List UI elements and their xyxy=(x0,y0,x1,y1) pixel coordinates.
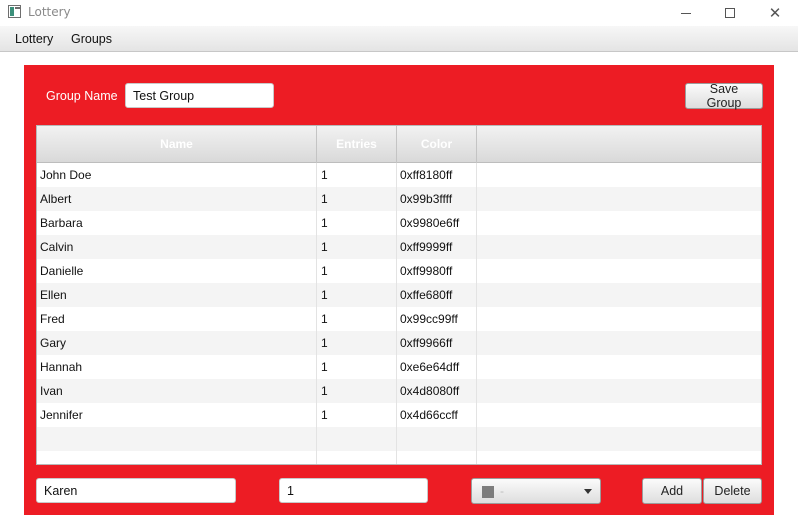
group-name-label: Group Name xyxy=(46,89,118,103)
cell-name: Fred xyxy=(37,307,317,331)
cell-filler xyxy=(477,427,761,451)
cell-name xyxy=(37,451,317,464)
cell-entries: 1 xyxy=(317,379,397,403)
table-row[interactable]: Calvin 1 0xff9999ff xyxy=(37,235,761,259)
cell-filler xyxy=(477,403,761,427)
cell-filler xyxy=(477,259,761,283)
maximize-icon xyxy=(725,8,735,18)
column-header-entries[interactable]: Entries xyxy=(317,126,397,163)
cell-entries: 1 xyxy=(317,211,397,235)
cell-color: 0x4d66ccff xyxy=(397,403,477,427)
cell-name xyxy=(37,427,317,451)
cell-filler xyxy=(477,235,761,259)
new-name-field[interactable] xyxy=(36,478,236,503)
menu-groups[interactable]: Groups xyxy=(71,32,112,46)
close-button[interactable]: ✕ xyxy=(752,0,798,26)
cell-name: Jennifer xyxy=(37,403,317,427)
cell-color: 0xff8180ff xyxy=(397,163,477,187)
save-group-button[interactable]: Save Group xyxy=(685,82,763,110)
cell-entries: 1 xyxy=(317,283,397,307)
table-row[interactable]: Hannah 1 0xe6e64dff xyxy=(37,355,761,379)
group-panel: Group Name Save Group Name Entries Color… xyxy=(24,65,774,515)
menu-bar: Lottery Groups xyxy=(0,26,798,52)
cell-entries: 1 xyxy=(317,307,397,331)
cell-color: 0x99b3ffff xyxy=(397,187,477,211)
table-row[interactable]: Albert 1 0x99b3ffff xyxy=(37,187,761,211)
color-picker-value: - xyxy=(500,484,504,498)
column-header-color[interactable]: Color xyxy=(397,126,477,163)
cell-entries: 1 xyxy=(317,187,397,211)
title-bar: Lottery ✕ xyxy=(0,0,798,26)
cell-filler xyxy=(477,283,761,307)
new-entries-field[interactable] xyxy=(279,478,428,503)
cell-color: 0xff9980ff xyxy=(397,259,477,283)
cell-entries: 1 xyxy=(317,355,397,379)
chevron-down-icon xyxy=(584,489,592,494)
cell-name: Albert xyxy=(37,187,317,211)
cell-name: Gary xyxy=(37,331,317,355)
cell-color: 0xe6e64dff xyxy=(397,355,477,379)
cell-entries: 1 xyxy=(317,259,397,283)
add-button[interactable]: Add xyxy=(642,478,702,504)
cell-filler xyxy=(477,451,761,464)
color-picker[interactable]: - xyxy=(471,478,601,504)
cell-filler xyxy=(477,379,761,403)
maximize-button[interactable] xyxy=(707,0,753,26)
cell-color: 0xff9999ff xyxy=(397,235,477,259)
cell-entries xyxy=(317,451,397,464)
table-row[interactable]: Danielle 1 0xff9980ff xyxy=(37,259,761,283)
cell-name: Ivan xyxy=(37,379,317,403)
cell-entries: 1 xyxy=(317,163,397,187)
cell-color: 0x9980e6ff xyxy=(397,211,477,235)
entries-table: Name Entries Color John Doe 1 0xff8180ff Al… xyxy=(36,125,762,465)
color-swatch xyxy=(482,486,494,498)
minimize-icon xyxy=(681,12,691,14)
group-name-field[interactable] xyxy=(125,83,274,108)
table-row[interactable]: John Doe 1 0xff8180ff xyxy=(37,163,761,187)
table-row[interactable]: Ellen 1 0xffe680ff xyxy=(37,283,761,307)
cell-name: Ellen xyxy=(37,283,317,307)
cell-entries: 1 xyxy=(317,235,397,259)
cell-color: 0xffe680ff xyxy=(397,283,477,307)
cell-color xyxy=(397,451,477,464)
close-icon: ✕ xyxy=(768,3,782,22)
table-row[interactable]: Jennifer 1 0x4d66ccff xyxy=(37,403,761,427)
cell-filler xyxy=(477,163,761,187)
table-row[interactable]: Gary 1 0xff9966ff xyxy=(37,331,761,355)
cell-color: 0xff9966ff xyxy=(397,331,477,355)
cell-name: Danielle xyxy=(37,259,317,283)
delete-button[interactable]: Delete xyxy=(703,478,762,504)
cell-name: Calvin xyxy=(37,235,317,259)
table-row-empty[interactable] xyxy=(37,427,761,451)
cell-filler xyxy=(477,355,761,379)
cell-entries xyxy=(317,427,397,451)
cell-filler xyxy=(477,211,761,235)
table-row[interactable]: Fred 1 0x99cc99ff xyxy=(37,307,761,331)
app-window-icon xyxy=(8,5,21,18)
cell-filler xyxy=(477,307,761,331)
cell-name: Hannah xyxy=(37,355,317,379)
minimize-button[interactable] xyxy=(663,0,709,26)
cell-color xyxy=(397,427,477,451)
table-header: Name Entries Color xyxy=(37,126,761,163)
column-header-filler xyxy=(477,126,761,163)
menu-lottery[interactable]: Lottery xyxy=(15,32,53,46)
window-title: Lottery xyxy=(28,5,71,19)
cell-entries: 1 xyxy=(317,331,397,355)
cell-filler xyxy=(477,187,761,211)
table-row[interactable]: Ivan 1 0x4d8080ff xyxy=(37,379,761,403)
table-body: John Doe 1 0xff8180ff Albert 1 0x99b3ffff Barb… xyxy=(37,163,761,464)
table-row[interactable]: Barbara 1 0x9980e6ff xyxy=(37,211,761,235)
cell-color: 0x99cc99ff xyxy=(397,307,477,331)
column-header-name[interactable]: Name xyxy=(37,126,317,163)
cell-filler xyxy=(477,331,761,355)
cell-entries: 1 xyxy=(317,403,397,427)
table-row-empty[interactable] xyxy=(37,451,761,464)
cell-name: John Doe xyxy=(37,163,317,187)
cell-name: Barbara xyxy=(37,211,317,235)
cell-color: 0x4d8080ff xyxy=(397,379,477,403)
